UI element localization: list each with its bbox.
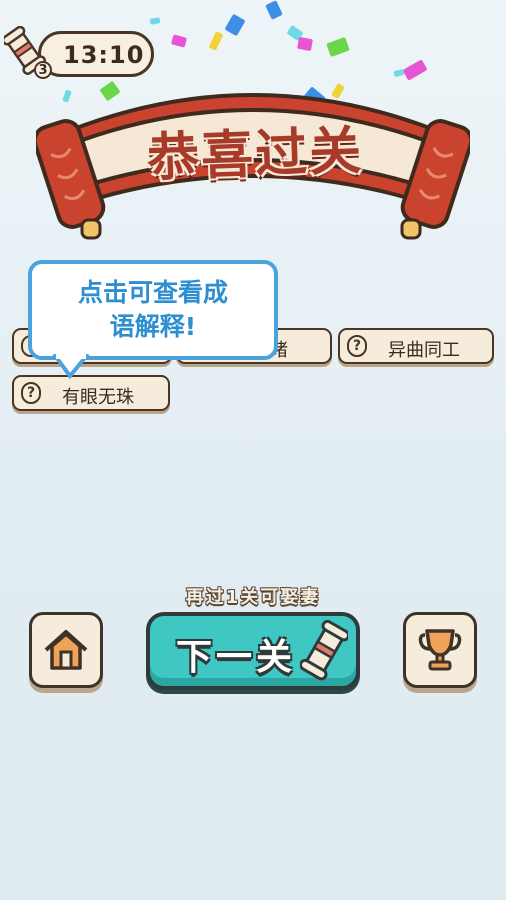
idiom-chip-4[interactable]: ? 有眼无珠	[12, 375, 170, 411]
question-icon: ?	[21, 382, 41, 404]
idiom-hint-tooltip: 点击可查看成 语解释!	[28, 260, 278, 360]
scroll-icon	[300, 620, 348, 681]
level-complete-title: 恭喜过关	[146, 120, 365, 189]
level-timer: 13:10	[38, 31, 154, 77]
timer-text: 13:10	[63, 41, 145, 69]
tooltip-line-2: 语解释!	[109, 312, 197, 341]
idiom-chip-3[interactable]: ? 异曲同工	[338, 328, 494, 364]
trophy-icon	[418, 629, 462, 671]
next-level-label: 下一关	[176, 637, 297, 678]
idiom-label: 有眼无珠	[62, 387, 134, 408]
home-icon	[44, 630, 88, 670]
idiom-label: 异曲同工	[388, 340, 460, 361]
next-level-button[interactable]: 下一关	[146, 612, 360, 690]
leaderboard-button[interactable]	[403, 612, 477, 688]
question-icon: ?	[347, 335, 367, 357]
home-button[interactable]	[29, 612, 103, 688]
scroll-count-badge: 3	[34, 61, 52, 79]
tooltip-tail	[52, 354, 90, 380]
reward-hint: 再过1关可娶妻	[185, 587, 321, 608]
tooltip-line-1: 点击可查看成	[77, 278, 228, 307]
